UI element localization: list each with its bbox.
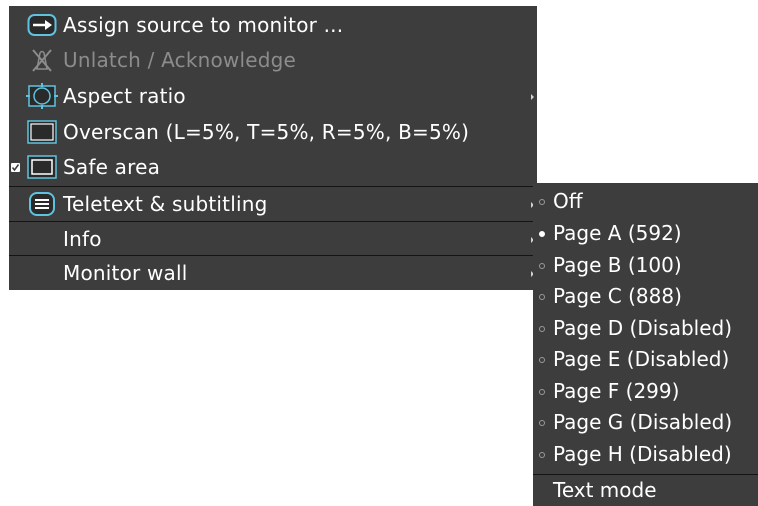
safe-area-icon [26,154,58,180]
radio-icon [539,199,545,205]
submenu-item-off[interactable]: Off [533,186,758,217]
submenu-item-page-h[interactable]: Page H (Disabled) [533,439,758,470]
radio-selected-icon [539,231,545,237]
submenu-item-label: Page G (Disabled) [553,410,733,434]
submenu-item-page-c[interactable]: Page C (888) [533,281,758,312]
submenu-item-page-a[interactable]: Page A (592) [533,218,758,249]
menu-item-label: Unlatch / Acknowledge [63,48,297,72]
aspect-ratio-icon [26,83,58,109]
submenu-item-label: Page F (299) [553,379,680,403]
radio-icon [539,357,545,363]
submenu-item-label: Page A (592) [553,221,682,245]
submenu-item-text-mode[interactable]: Text mode [533,475,758,506]
submenu-item-page-d[interactable]: Page D (Disabled) [533,313,758,344]
checkmark-icon [11,163,20,172]
radio-icon [539,294,545,300]
menu-item-label: Assign source to monitor ... [63,13,344,37]
radio-icon [539,263,545,269]
overscan-icon [26,119,58,145]
menu-item-label: Teletext & subtitling [63,192,268,216]
radio-icon [539,389,545,395]
submenu-item-page-f[interactable]: Page F (299) [533,376,758,407]
menu-item-aspect-ratio[interactable]: Aspect ratio [9,79,537,114]
teletext-submenu: Off Page A (592) Page B (100) Page C (88… [533,183,758,506]
submenu-item-label: Page C (888) [553,284,682,308]
submenu-item-label: Text mode [553,478,657,502]
submenu-item-label: Page B (100) [553,253,682,277]
menu-item-safe-area[interactable]: Safe area [9,150,537,185]
radio-icon [539,420,545,426]
radio-icon [539,326,545,332]
menu-item-teletext-subtitling[interactable]: Teletext & subtitling [9,187,537,222]
submenu-item-page-b[interactable]: Page B (100) [533,250,758,281]
menu-item-info[interactable]: Info [9,222,537,257]
submenu-item-label: Page H (Disabled) [553,442,732,466]
menu-item-label: Safe area [63,155,161,179]
menu-item-monitor-wall[interactable]: Monitor wall [9,256,537,291]
submenu-arrow-icon [531,94,534,100]
teletext-icon [26,191,58,217]
unlatch-icon [26,47,58,73]
submenu-item-page-g[interactable]: Page G (Disabled) [533,407,758,438]
menu-item-label: Monitor wall [63,261,188,285]
assign-source-icon [26,12,58,38]
submenu-item-page-e[interactable]: Page E (Disabled) [533,344,758,375]
menu-item-unlatch-acknowledge: Unlatch / Acknowledge [9,43,537,78]
submenu-item-label: Off [553,189,583,213]
menu-item-overscan[interactable]: Overscan (L=5%, T=5%, R=5%, B=5%) [9,115,537,150]
menu-item-label: Aspect ratio [63,84,186,108]
radio-icon [539,452,545,458]
menu-item-label: Overscan (L=5%, T=5%, R=5%, B=5%) [63,120,470,144]
submenu-item-label: Page E (Disabled) [553,347,730,371]
menu-item-assign-source[interactable]: Assign source to monitor ... [9,8,537,43]
submenu-item-label: Page D (Disabled) [553,316,733,340]
context-menu: Assign source to monitor ... Unlatch / A… [9,6,537,290]
menu-item-label: Info [63,227,102,251]
